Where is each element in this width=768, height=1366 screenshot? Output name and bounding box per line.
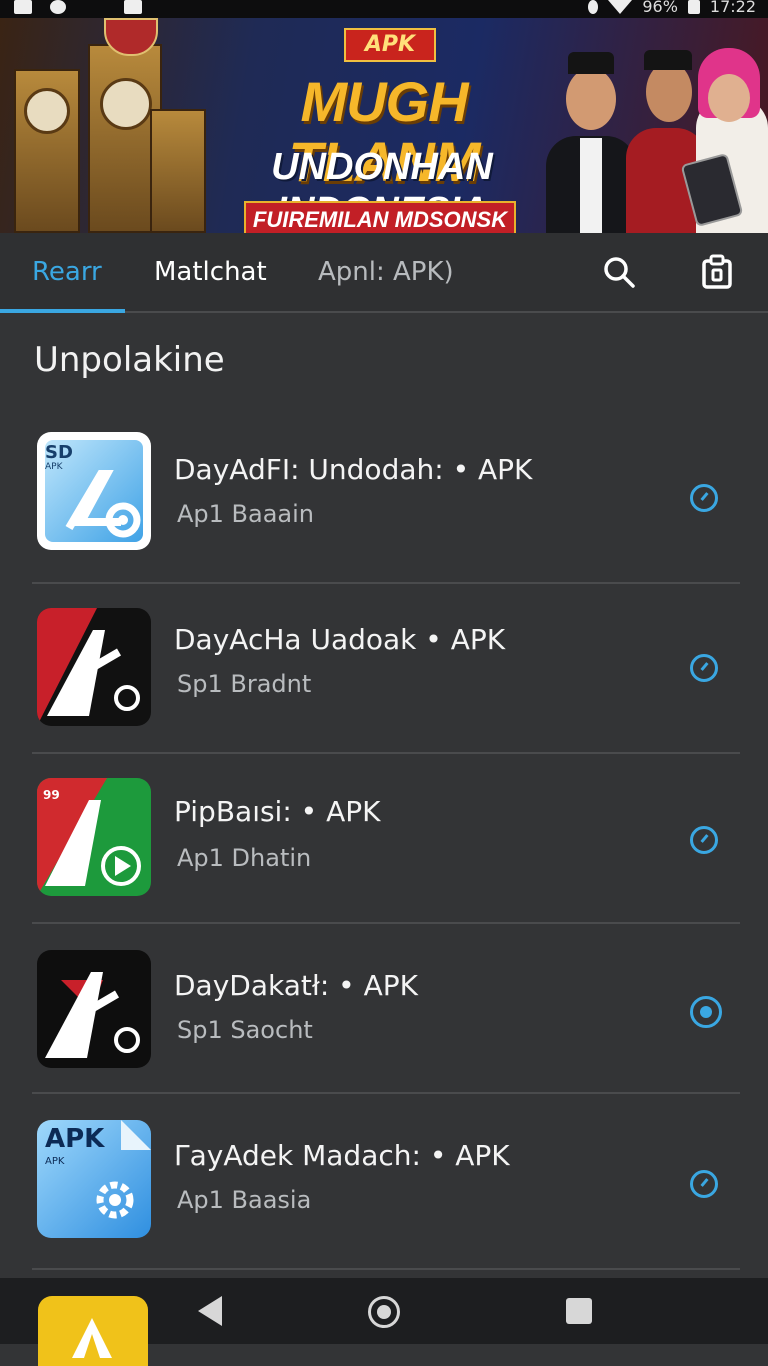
app-subtitle: Ap1 Baaain	[177, 500, 315, 528]
clock-face-illustration	[24, 88, 70, 134]
tab-apnl-apk[interactable]: Apnl: APK)	[318, 233, 454, 311]
notification-icon	[50, 0, 66, 14]
tab-bar: Rearr Matlchat Apnl: APK)	[0, 233, 768, 313]
clipboard-icon[interactable]	[698, 253, 736, 291]
people-illustration	[528, 18, 768, 233]
recents-icon[interactable]	[566, 1298, 592, 1324]
app-name: DayAdFI: Undodah: • APK	[174, 453, 533, 486]
status-bar: 96% 17:22	[0, 0, 768, 18]
select-radio[interactable]	[690, 484, 718, 512]
promo-banner[interactable]: APK MUGH TLANM UNDONHAN INDONESIA FUIREM…	[0, 18, 768, 233]
search-icon[interactable]	[600, 253, 638, 291]
battery-icon	[687, 0, 700, 14]
gallery-icon	[14, 0, 32, 14]
banner-apk-tag: APK	[344, 28, 436, 62]
shield-icon	[124, 0, 142, 14]
app-icon-apk-gear: APK APK	[37, 1120, 151, 1238]
select-radio[interactable]	[690, 1170, 718, 1198]
app-icon-blue-gear: SD APK	[37, 432, 151, 550]
home-icon[interactable]	[368, 1296, 400, 1328]
app-subtitle: Sp1 Saocht	[177, 1016, 313, 1044]
app-subtitle: Sp1 Bradnt	[177, 670, 312, 698]
app-subtitle: Ap1 Baasia	[177, 1186, 312, 1214]
app-icon-green-red-a: 99	[37, 778, 151, 896]
play-icon	[45, 800, 141, 886]
gear-icon	[96, 1181, 134, 1219]
app-name: ΓayAdek Madach: • APK	[174, 1139, 510, 1172]
clock: 17:22	[709, 0, 756, 16]
tab-rearr[interactable]: Rearr	[32, 233, 102, 311]
wifi-icon	[608, 0, 633, 14]
app-name: PipBaısi: • APK	[174, 795, 381, 828]
app-name: DayAcHa Uadoak • APK	[174, 623, 506, 656]
back-icon[interactable]	[198, 1296, 222, 1326]
app-icon-red-black-a	[37, 608, 151, 726]
app-subtitle: Ap1 Dhatin	[177, 844, 312, 872]
list-item[interactable]: SD APK DayAdFI: Undodah: • APK Ap1 Baaai…	[0, 414, 768, 584]
banner-ribbon: FUIREMILAN MDSONSK	[244, 201, 516, 233]
divider	[32, 1268, 740, 1270]
tab-matlchat[interactable]: Matlchat	[154, 233, 267, 311]
battery-percent: 96%	[642, 0, 678, 16]
active-tab-indicator	[0, 309, 125, 313]
list-item[interactable]: APK APK ΓayAdek Madach: • APK Ap1 Baasia	[0, 1094, 768, 1270]
app-icon-black-red-a	[37, 950, 151, 1068]
a-letter-icon	[47, 630, 140, 716]
app-icon-yellow-peek[interactable]	[38, 1296, 148, 1366]
clock-face-illustration	[100, 78, 152, 130]
select-radio[interactable]	[690, 826, 718, 854]
app-name: DayDakatł: • APK	[174, 969, 418, 1002]
location-icon	[588, 0, 599, 14]
select-radio[interactable]	[690, 654, 718, 682]
list-item[interactable]: 99 PipBaısi: • APK Ap1 Dhatin	[0, 754, 768, 924]
a-letter-icon	[45, 972, 140, 1058]
list-item[interactable]: DayAcHa Uadoak • APK Sp1 Bradnt	[0, 584, 768, 754]
list-item[interactable]: DayDakatł: • APK Sp1 Saocht	[0, 924, 768, 1094]
gear-icon	[65, 470, 141, 538]
select-radio-selected[interactable]	[690, 996, 722, 1028]
section-title: Unpolakine	[34, 340, 225, 380]
